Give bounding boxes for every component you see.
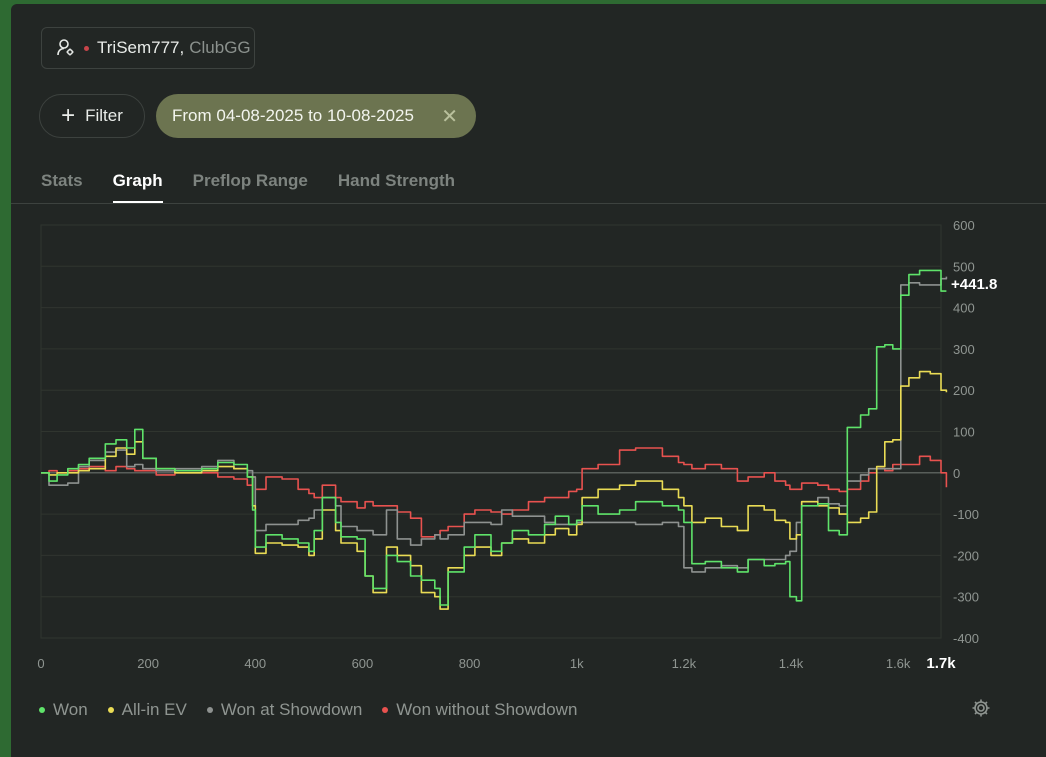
legend-dot-all-in-ev xyxy=(107,707,114,713)
x-tick-label: 200 xyxy=(137,656,159,671)
x-tick-label: 400 xyxy=(244,656,266,671)
legend-item-won[interactable]: Won xyxy=(39,700,88,720)
series-line-won-at-showdown xyxy=(41,276,948,573)
legend-label-won: Won xyxy=(53,700,88,719)
y-tick-label: 400 xyxy=(953,301,975,316)
legend-item-won-without-showdown[interactable]: Won without Showdown xyxy=(382,700,577,720)
y-tick-label: -200 xyxy=(953,548,979,563)
final-value-label: +441.8 xyxy=(951,276,997,293)
y-tick-label: 100 xyxy=(953,425,975,440)
legend-dot-won xyxy=(39,707,45,713)
legend-dot-won-at-showdown xyxy=(206,707,213,713)
legend-item-won-at-showdown[interactable]: Won at Showdown xyxy=(206,700,363,720)
x-tick-label: 0 xyxy=(37,656,44,671)
x-tick-label: 1.6k xyxy=(886,656,911,671)
legend-label-won-without-showdown: Won without Showdown xyxy=(396,700,578,719)
y-tick-label: 500 xyxy=(953,259,975,274)
x-tick-label: 600 xyxy=(352,656,374,671)
x-tick-label: 800 xyxy=(459,656,481,671)
x-end-label: 1.7k xyxy=(926,655,956,672)
series-line-all-in-ev xyxy=(41,370,948,610)
legend-item-all-in-ev[interactable]: All-in EV xyxy=(107,700,187,720)
y-tick-label: 200 xyxy=(953,383,975,398)
y-tick-label: 0 xyxy=(953,466,960,481)
y-tick-label: 600 xyxy=(953,218,975,233)
legend-label-all-in-ev: All-in EV xyxy=(121,700,187,719)
y-tick-label: 300 xyxy=(953,342,975,357)
main-panel: TriSem777, ClubGG + Filter From 04-08-20… xyxy=(11,4,1046,757)
x-tick-label: 1.2k xyxy=(672,656,697,671)
y-tick-label: -400 xyxy=(953,631,979,646)
legend-dot-won-without-showdown xyxy=(382,707,389,713)
x-tick-label: 1k xyxy=(570,656,584,671)
y-tick-label: -300 xyxy=(953,590,979,605)
gear-icon[interactable] xyxy=(971,698,991,718)
legend: Won All-in EV Won at Showdown Won withou… xyxy=(39,700,597,720)
legend-label-won-at-showdown: Won at Showdown xyxy=(220,700,363,719)
y-tick-label: -100 xyxy=(953,507,979,522)
x-tick-label: 1.4k xyxy=(779,656,804,671)
series-line-won-without-showdown xyxy=(41,447,948,538)
profit-graph[interactable]: 600 500 400 300 200 100 0 -100 -200 -300 -400 0 200 4… xyxy=(11,4,1046,694)
